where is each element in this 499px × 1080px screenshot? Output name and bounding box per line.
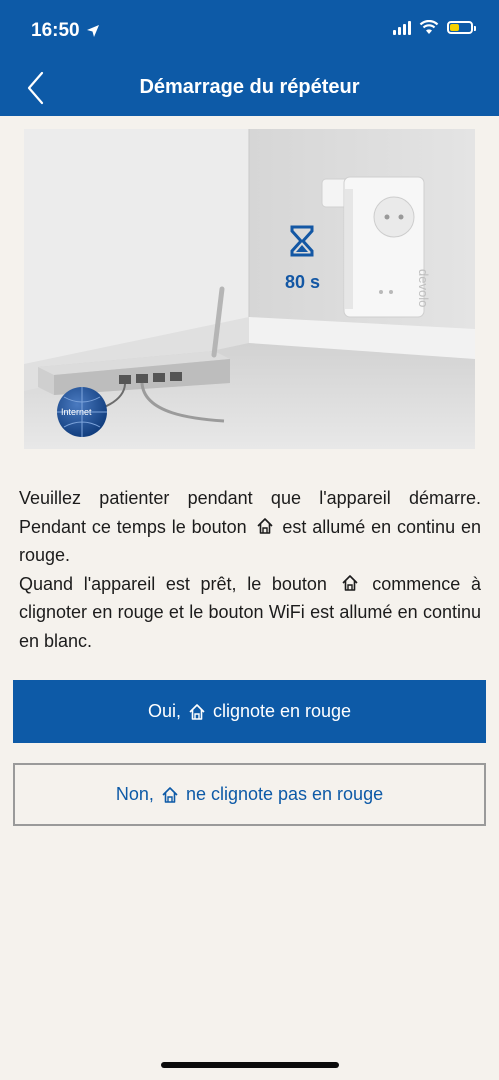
yes-label-end: clignote en rouge: [212, 701, 352, 721]
location-arrow-icon: [86, 25, 99, 37]
app-header: 16:50 Démarrage du répéteur: [0, 0, 499, 116]
home-button-icon: [189, 703, 205, 720]
yes-label-start: Oui,: [147, 701, 181, 721]
page-title: Démarrage du répéteur: [139, 76, 360, 98]
wifi-icon: [419, 20, 439, 34]
yes-blinks-red-button[interactable]: Oui, clignote en rouge: [13, 680, 486, 743]
instructions-text: Veuillez patienter pendant que l'apparei…: [19, 484, 481, 655]
globe-label: Internet: [61, 407, 92, 417]
repeater-startup-illustration: devolo 80 s Internet: [24, 129, 475, 449]
no-label-end: ne clignote pas en rouge: [185, 784, 384, 804]
status-time: 16:50: [31, 20, 100, 42]
timer-label: 80 s: [285, 272, 320, 292]
battery-icon: [447, 21, 476, 34]
home-button-icon: [256, 517, 273, 534]
status-icons: [393, 20, 476, 35]
no-not-blinking-button[interactable]: Non, ne clignote pas en rouge: [13, 763, 486, 826]
cellular-signal-icon: [393, 20, 411, 35]
instructions-line2-start: Quand l'appareil est prêt, le bouton: [19, 573, 327, 594]
home-button-icon: [342, 574, 358, 591]
home-indicator[interactable]: [161, 1062, 339, 1068]
brand-text: devolo: [416, 269, 431, 307]
no-label-start: Non,: [115, 784, 154, 804]
time-text: 16:50: [31, 20, 80, 41]
home-button-icon: [162, 786, 178, 803]
